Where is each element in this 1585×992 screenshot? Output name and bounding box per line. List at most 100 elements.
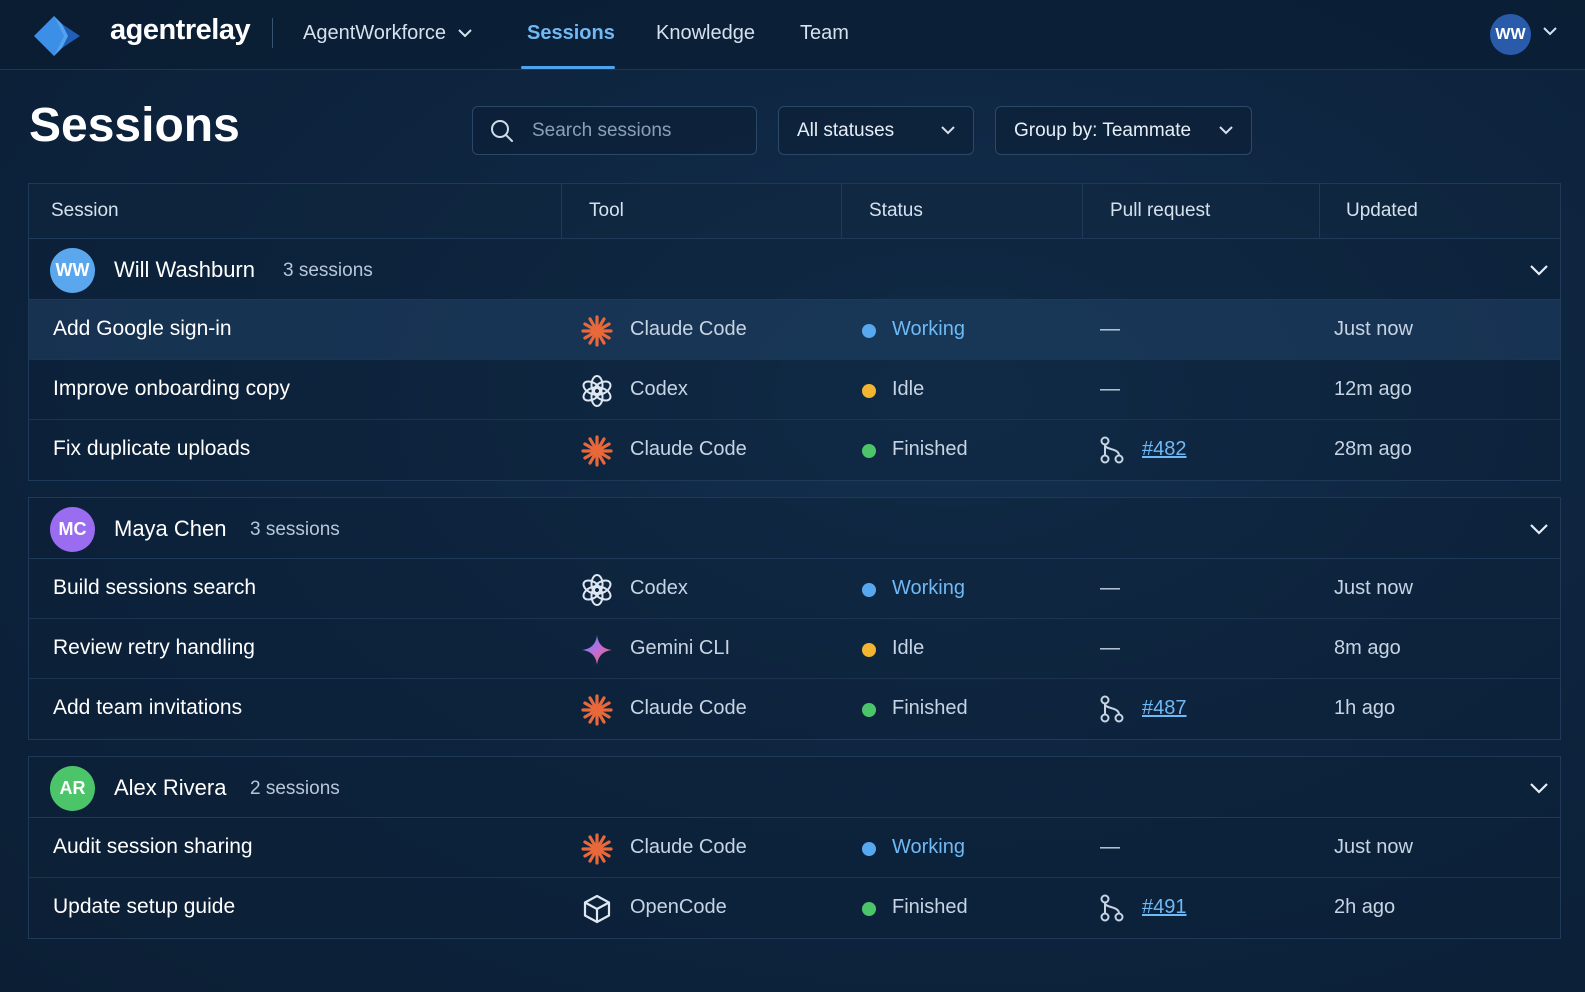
page-title: Sessions	[29, 99, 240, 152]
pull-request-link[interactable]: #491	[1142, 896, 1187, 919]
status-dot-icon	[862, 384, 876, 398]
pull-request-icon	[1099, 436, 1125, 469]
nav-link-sessions[interactable]: Sessions	[527, 22, 615, 45]
column-header-updated[interactable]: Updated	[1346, 184, 1418, 238]
collapse-chevron-icon[interactable]	[1530, 263, 1548, 281]
teammate-group: AR Alex Rivera 2 sessions Audit session …	[28, 756, 1561, 939]
openai-icon	[581, 574, 613, 606]
session-row[interactable]: Add team invitations Claude Code Finishe…	[29, 679, 1560, 739]
status-text: Finished	[892, 896, 968, 918]
search-box[interactable]	[472, 106, 757, 155]
column-divider	[841, 184, 842, 238]
workspace-switcher[interactable]: AgentWorkforce	[303, 22, 472, 45]
session-count: 3 sessions	[250, 519, 340, 540]
session-title[interactable]: Review retry handling	[53, 636, 255, 660]
tool-name: Claude Code	[630, 836, 747, 858]
session-title[interactable]: Update setup guide	[53, 895, 235, 919]
updated-time: Just now	[1334, 836, 1413, 858]
nav-link-team[interactable]: Team	[800, 22, 849, 45]
session-row[interactable]: Add Google sign-in Claude Code Working —…	[29, 300, 1560, 360]
collapse-chevron-icon[interactable]	[1530, 522, 1548, 540]
session-title[interactable]: Build sessions search	[53, 576, 256, 600]
teammate-name: Alex Rivera	[114, 775, 227, 800]
status-filter-dropdown[interactable]: All statuses	[778, 106, 974, 155]
teammate-group: MC Maya Chen 3 sessions Build sessions s…	[28, 497, 1561, 740]
user-menu-chevron-icon[interactable]	[1543, 27, 1557, 36]
session-count: 3 sessions	[283, 260, 373, 281]
updated-time: 8m ago	[1334, 637, 1401, 659]
pull-request-empty: —	[1100, 378, 1120, 400]
session-row[interactable]: Update setup guide OpenCode Finished #49…	[29, 878, 1560, 938]
session-row[interactable]: Review retry handling Gemini CLI Idle — …	[29, 619, 1560, 679]
pull-request-empty: —	[1100, 577, 1120, 599]
session-row[interactable]: Build sessions search Codex Working — Ju…	[29, 559, 1560, 619]
status-dot-icon	[862, 583, 876, 597]
pull-request-empty: —	[1100, 318, 1120, 340]
avatar: AR	[50, 766, 95, 811]
chevron-down-icon	[458, 29, 472, 38]
session-title[interactable]: Improve onboarding copy	[53, 377, 290, 401]
column-divider	[1319, 184, 1320, 238]
tool-name: Claude Code	[630, 697, 747, 719]
updated-time: 1h ago	[1334, 697, 1396, 719]
tool-name: Codex	[630, 577, 688, 599]
nav-divider	[272, 18, 273, 48]
session-title[interactable]: Fix duplicate uploads	[53, 437, 250, 461]
tool-name: OpenCode	[630, 896, 727, 918]
session-title[interactable]: Add team invitations	[53, 696, 242, 720]
session-row[interactable]: Audit session sharing Claude Code Workin…	[29, 818, 1560, 878]
session-groups: WW Will Washburn 3 sessions Add Google s…	[28, 239, 1561, 939]
status-text: Working	[892, 577, 965, 599]
teammate-name: Maya Chen	[114, 516, 227, 541]
status-dot-icon	[862, 444, 876, 458]
status-filter-label: All statuses	[797, 119, 895, 141]
status-dot-icon	[862, 902, 876, 916]
agentrelay-logo-icon[interactable]	[32, 14, 82, 58]
pull-request-link[interactable]: #487	[1142, 697, 1187, 720]
workspace-name: AgentWorkforce	[303, 22, 447, 44]
status-dot-icon	[862, 703, 876, 717]
chevron-down-icon	[1219, 126, 1233, 135]
column-header-status[interactable]: Status	[869, 184, 923, 238]
tool-name: Gemini CLI	[630, 637, 731, 659]
search-input[interactable]	[532, 107, 747, 154]
column-header-pull-request[interactable]: Pull request	[1110, 184, 1210, 238]
group-header[interactable]: MC Maya Chen 3 sessions	[29, 498, 1560, 559]
session-count: 2 sessions	[250, 778, 340, 799]
updated-time: 2h ago	[1334, 896, 1396, 918]
pull-request-link[interactable]: #482	[1142, 438, 1187, 461]
column-header-tool[interactable]: Tool	[589, 184, 624, 238]
status-text: Working	[892, 836, 965, 858]
collapse-chevron-icon[interactable]	[1530, 781, 1548, 799]
avatar: WW	[50, 248, 95, 293]
pull-request-icon	[1099, 695, 1125, 728]
claude-icon	[581, 435, 613, 467]
tool-name: Claude Code	[630, 438, 747, 460]
pull-request-empty: —	[1100, 836, 1120, 858]
table-header: Session Tool Status Pull request Updated	[28, 183, 1561, 239]
nav-link-knowledge[interactable]: Knowledge	[656, 22, 755, 45]
group-header[interactable]: WW Will Washburn 3 sessions	[29, 239, 1560, 300]
updated-time: Just now	[1334, 577, 1413, 599]
brand-name[interactable]: agentrelay	[110, 14, 251, 47]
status-dot-icon	[862, 324, 876, 338]
status-text: Finished	[892, 697, 968, 719]
tool-name: Claude Code	[630, 318, 747, 340]
column-divider	[561, 184, 562, 238]
openai-icon	[581, 375, 613, 407]
session-title[interactable]: Audit session sharing	[53, 835, 253, 859]
avatar: MC	[50, 507, 95, 552]
top-navigation: agentrelay AgentWorkforce Sessions Knowl…	[0, 0, 1585, 70]
session-row[interactable]: Improve onboarding copy Codex Idle — 12m…	[29, 360, 1560, 420]
session-row[interactable]: Fix duplicate uploads Claude Code Finish…	[29, 420, 1560, 480]
updated-time: 12m ago	[1334, 378, 1412, 400]
status-text: Idle	[892, 378, 925, 400]
session-title[interactable]: Add Google sign-in	[53, 317, 232, 341]
gemini-icon	[581, 634, 613, 666]
column-header-session[interactable]: Session	[51, 184, 119, 238]
group-by-dropdown[interactable]: Group by: Teammate	[995, 106, 1252, 155]
status-dot-icon	[862, 842, 876, 856]
user-avatar[interactable]: WW	[1490, 14, 1531, 55]
column-divider	[1082, 184, 1083, 238]
group-header[interactable]: AR Alex Rivera 2 sessions	[29, 757, 1560, 818]
